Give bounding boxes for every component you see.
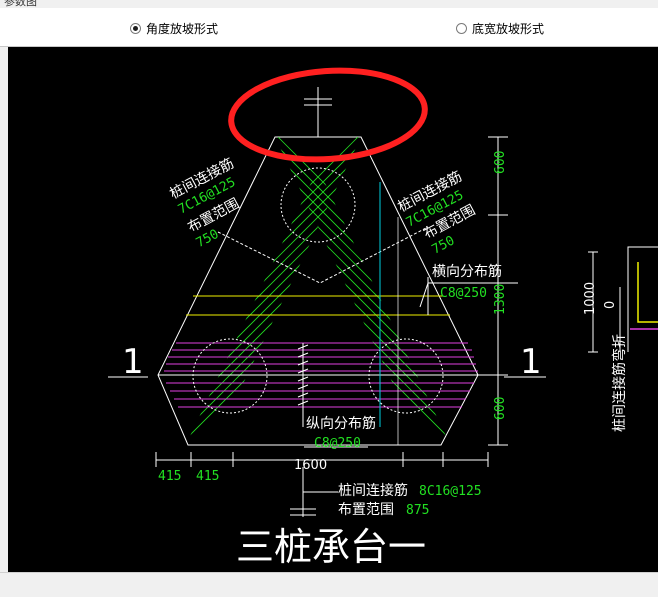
transverse-value: C8@250 — [440, 286, 487, 301]
transverse-label: 横向分布筋 — [432, 263, 502, 280]
width-slope-label: 底宽放坡形式 — [472, 22, 545, 36]
side-dim-0: 0 — [603, 301, 618, 309]
angle-slope-radio[interactable]: 角度放坡形式 — [130, 20, 218, 37]
section-mark-left: 1 — [122, 342, 144, 382]
drawing-title: 三桩承台一 — [236, 525, 426, 569]
side-rebar-label: 桩间连接筋弯折 — [611, 334, 628, 432]
bottom-range-value: 875 — [406, 503, 429, 518]
dim-415-b: 415 — [196, 469, 219, 484]
range-line — [217, 226, 429, 284]
section-mark-right: 1 — [520, 342, 542, 382]
longitudinal-value: C8@250 — [314, 436, 361, 451]
window-title: 参数图 — [4, 0, 37, 8]
bottom-rebar-value: 8C16@125 — [419, 484, 482, 499]
longitudinal-label: 纵向分布筋 — [306, 415, 376, 432]
radio-unselected-icon[interactable] — [456, 23, 467, 34]
dim-1600: 1600 — [294, 458, 327, 473]
pile-cap-drawing: 1 1 桩间连接筋 7C16@125 布置范围 750 桩间连接筋 7C16@1… — [108, 67, 658, 569]
width-slope-radio[interactable]: 底宽放坡形式 — [456, 20, 544, 37]
window-titlebar: 参数图 — [0, 0, 658, 8]
angle-slope-label: 角度放坡形式 — [146, 22, 219, 36]
side-yellow-bar — [637, 262, 658, 323]
slope-mode-toolbar: 角度放坡形式 底宽放坡形式 — [0, 8, 658, 47]
side-dim-1000: 1000 — [583, 282, 598, 315]
pile-circle-top — [280, 167, 356, 243]
parameter-drawing-canvas[interactable]: 1 1 桩间连接筋 7C16@125 布置范围 750 桩间连接筋 7C16@1… — [8, 47, 658, 572]
radio-selected-icon[interactable] — [130, 23, 141, 34]
dim-415-a: 415 — [158, 469, 181, 484]
dim-600-bottom: 600 — [493, 397, 508, 420]
dim-1300: 1300 — [493, 284, 508, 315]
bottom-rebar-label: 桩间连接筋 — [338, 482, 408, 499]
red-annotation-circle — [228, 67, 428, 163]
bottom-bar — [0, 572, 658, 597]
dim-600-top: 600 — [493, 151, 508, 174]
bottom-range-label: 布置范围 — [338, 501, 394, 518]
